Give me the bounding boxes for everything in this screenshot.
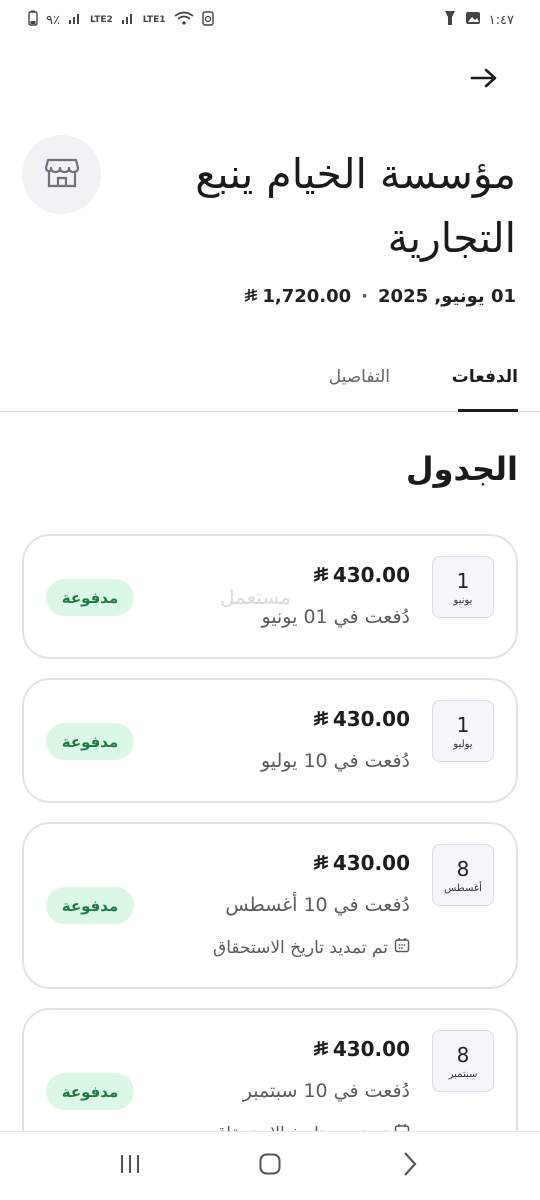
- order-total-value: 1,720.00: [262, 286, 352, 307]
- payment-amount: 430.00: [313, 851, 410, 875]
- arrow-right-icon: [470, 67, 498, 93]
- payment-date-box: 8 سبتمبر: [432, 1030, 494, 1092]
- watermark: مستعمل: [220, 585, 291, 609]
- chevron-right-icon: [402, 1151, 418, 1181]
- signal-lte2-label: LTE2: [89, 14, 113, 25]
- payment-amount: 430.00: [313, 1037, 410, 1061]
- riyal-icon: [313, 851, 329, 875]
- battery-percent: ٩٪: [46, 12, 60, 28]
- signal-icon: [121, 11, 135, 29]
- payment-paid-on: دُفعت في 10 سبتمبر: [242, 1080, 410, 1102]
- clock: ١:٤٧: [488, 12, 514, 28]
- payment-date-box: 1 يوليو: [432, 700, 494, 762]
- battery-icon: [28, 10, 38, 30]
- signal-icon: [68, 11, 82, 29]
- recycle-icon: [201, 10, 214, 30]
- payment-day: 1: [456, 712, 470, 737]
- status-bar: ٩٪ LTE2 LTE1 ١:٤٧: [0, 0, 540, 40]
- payment-month: يوليو: [453, 738, 473, 750]
- recent-apps-icon: [118, 1153, 142, 1179]
- wifi-icon: [174, 11, 194, 29]
- order-meta: 01 يونيو, 2025 · 1,720.00: [244, 286, 516, 307]
- system-nav-bar: [0, 1131, 540, 1200]
- back-nav-button[interactable]: [390, 1146, 430, 1186]
- riyal-icon: [313, 707, 329, 731]
- active-tab-indicator: [458, 409, 518, 412]
- payment-date-box: 1 يونيو: [432, 556, 494, 618]
- payment-date-box: 8 أغسطس: [432, 844, 494, 906]
- status-left: ٩٪ LTE2 LTE1: [28, 10, 214, 30]
- home-icon: [258, 1152, 282, 1180]
- payment-day: 8: [456, 856, 470, 881]
- order-date: 01 يونيو, 2025: [378, 286, 516, 307]
- image-icon: [465, 11, 481, 29]
- payment-card[interactable]: 1 يوليو 430.00 دُفعت في 10 يوليو مدفوعة: [22, 678, 518, 803]
- payment-month: أغسطس: [444, 882, 482, 894]
- payment-month: يونيو: [453, 594, 473, 606]
- payment-amount-value: 430.00: [332, 1037, 410, 1061]
- riyal-icon: [244, 286, 258, 307]
- payment-amount-value: 430.00: [332, 563, 410, 587]
- due-date-extended-text: تم تمديد تاريخ الاستحقاق: [213, 937, 388, 958]
- tab-bar: الدفعات التفاصيل: [0, 355, 540, 412]
- tab-details[interactable]: التفاصيل: [329, 367, 390, 412]
- status-right: ١:٤٧: [443, 10, 514, 30]
- payment-day: 1: [456, 568, 470, 593]
- back-button[interactable]: [466, 62, 502, 98]
- due-date-extended-note: تم تمديد تاريخ الاستحقاق: [213, 937, 410, 958]
- calendar-icon: [394, 937, 410, 958]
- home-button[interactable]: [250, 1146, 290, 1186]
- order-total: 1,720.00: [244, 286, 351, 307]
- payment-card[interactable]: 8 أغسطس 430.00 دُفعت في 10 أغسطس تم تمدي…: [22, 822, 518, 989]
- payment-amount: 430.00: [313, 707, 410, 731]
- payment-paid-on: دُفعت في 10 أغسطس: [225, 894, 410, 916]
- payment-paid-on: دُفعت في 10 يوليو: [260, 750, 410, 772]
- recent-apps-button[interactable]: [110, 1146, 150, 1186]
- payment-paid-on: دُفعت في 01 يونيو: [261, 606, 410, 628]
- payment-amount: 430.00: [313, 563, 410, 587]
- payment-amount-value: 430.00: [332, 707, 410, 731]
- payment-day: 8: [456, 1042, 470, 1067]
- payment-amount-value: 430.00: [332, 851, 410, 875]
- merchant-avatar: [22, 135, 101, 214]
- meta-separator: ·: [361, 286, 369, 307]
- page-title: مؤسسة الخيام ينبع التجارية: [195, 150, 516, 262]
- store-icon: [44, 158, 79, 192]
- payment-month: سبتمبر: [448, 1068, 478, 1080]
- status-badge: مدفوعة: [46, 723, 134, 760]
- riyal-icon: [313, 563, 329, 587]
- status-badge: مدفوعة: [46, 887, 134, 924]
- status-badge: مدفوعة: [46, 1073, 134, 1110]
- tab-payments[interactable]: الدفعات: [452, 367, 518, 412]
- schedule-title: الجدول: [405, 450, 518, 488]
- status-badge: مدفوعة: [46, 579, 134, 616]
- riyal-icon: [313, 1037, 329, 1061]
- signal-lte1-label: LTE1: [142, 14, 166, 25]
- flashlight-icon: [443, 10, 457, 30]
